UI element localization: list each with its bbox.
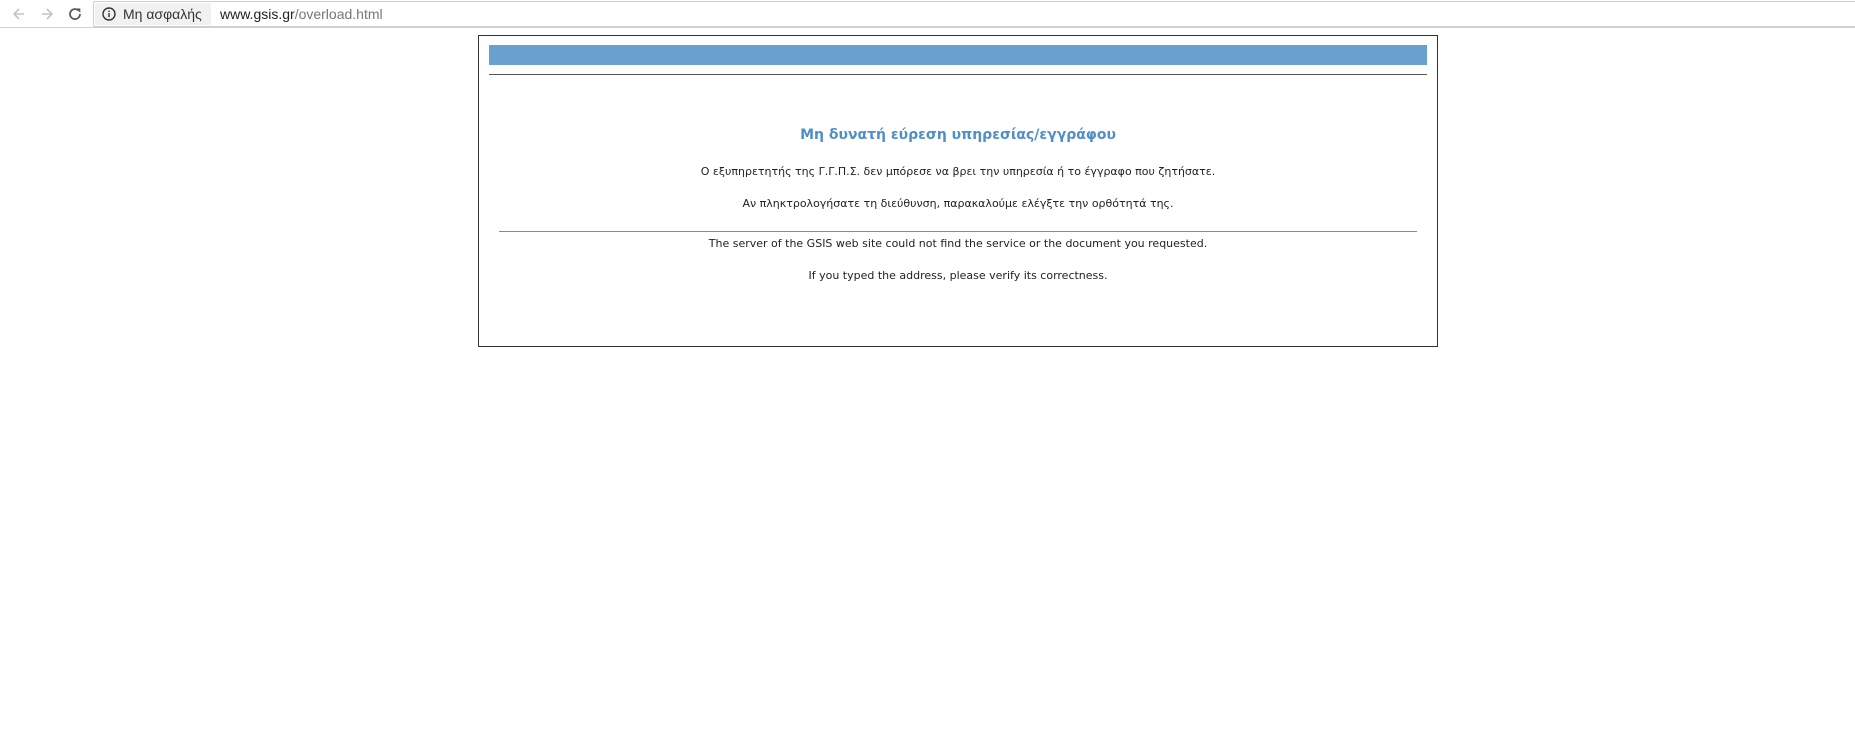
language-divider (499, 231, 1417, 232)
header-banner (489, 45, 1427, 65)
reload-button[interactable] (64, 3, 86, 25)
greek-message-1: Ο εξυπηρετητής της Γ.Γ.Π.Σ. δεν μπόρεσε … (700, 165, 1216, 178)
arrow-right-icon (39, 6, 55, 22)
forward-button[interactable] (36, 3, 58, 25)
url-path: /overload.html (294, 6, 383, 22)
url-host: www.gsis.gr (220, 6, 295, 22)
top-divider (489, 74, 1427, 75)
arrow-left-icon (11, 6, 27, 22)
security-indicator[interactable]: Μη ασφαλής (95, 3, 211, 25)
back-button[interactable] (8, 3, 30, 25)
english-message-2: If you typed the address, please verify … (808, 269, 1108, 282)
page-title: Μη δυνατή εύρεση υπηρεσίας/εγγράφου (800, 127, 1116, 143)
url-text[interactable]: www.gsis.gr/overload.html (220, 5, 383, 23)
info-circle-icon (101, 6, 117, 22)
address-bar[interactable]: Μη ασφαλής www.gsis.gr/overload.html (93, 1, 1855, 27)
error-box: Μη δυνατή εύρεση υπηρεσίας/εγγράφου Ο εξ… (478, 35, 1438, 347)
english-message-1: The server of the GSIS web site could no… (708, 237, 1208, 250)
reload-icon (67, 6, 83, 22)
greek-message-2: Αν πληκτρολογήσατε τη διεύθυνση, παρακαλ… (742, 197, 1174, 210)
browser-toolbar: Μη ασφαλής www.gsis.gr/overload.html (0, 0, 1855, 28)
security-label: Μη ασφαλής (123, 6, 202, 22)
